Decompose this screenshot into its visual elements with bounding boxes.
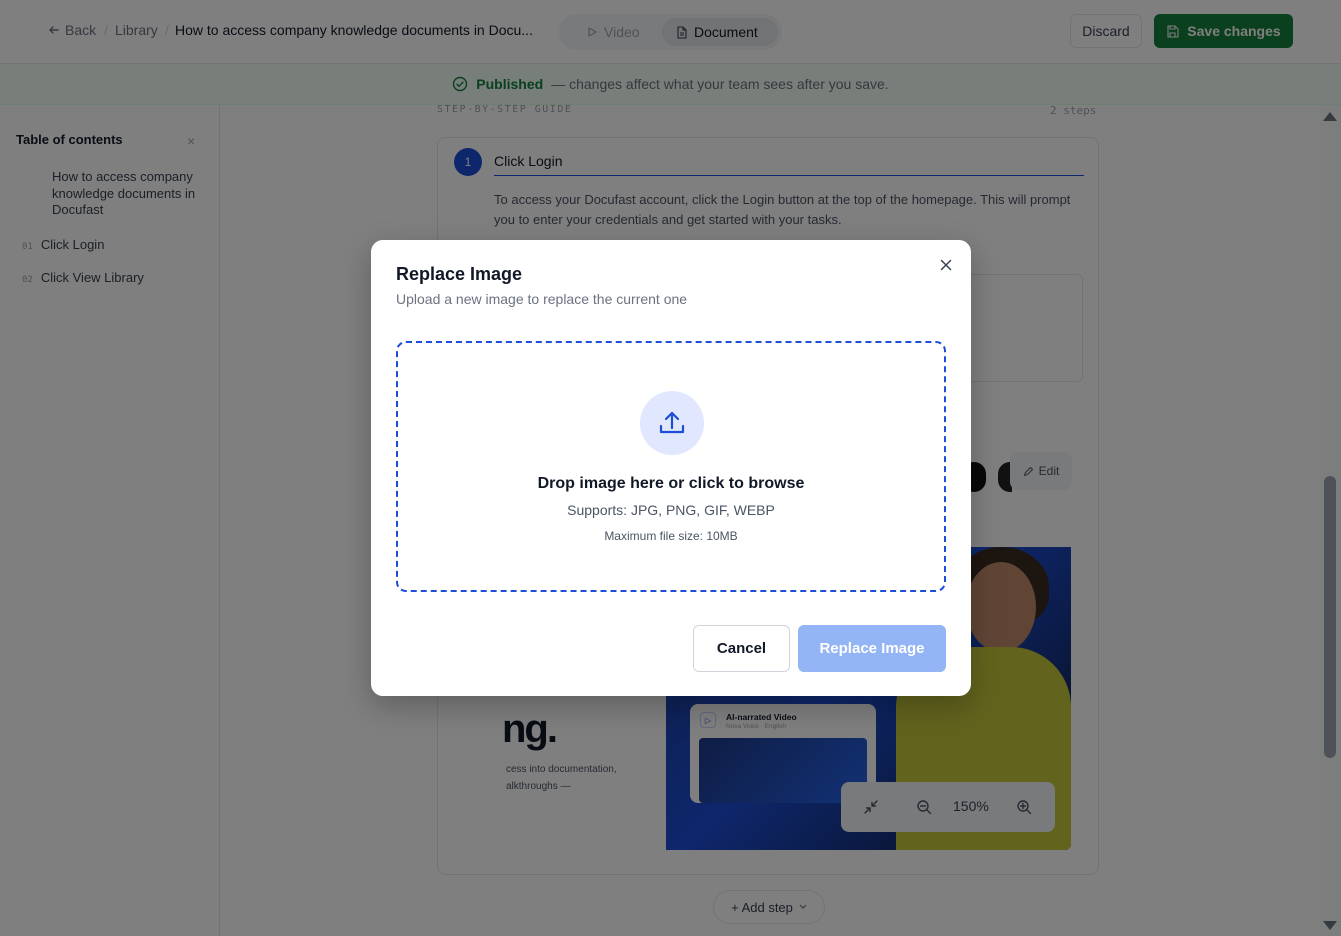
cancel-button[interactable]: Cancel — [693, 625, 790, 672]
image-dropzone[interactable]: Drop image here or click to browse Suppo… — [396, 341, 946, 592]
dialog-title: Replace Image — [396, 264, 523, 284]
dialog-subtitle: Upload a new image to replace the curren… — [396, 291, 688, 307]
dropzone-max-size: Maximum file size: 10MB — [604, 529, 738, 543]
dropzone-supported-types: Supports: JPG, PNG, GIF, WEBP — [567, 502, 775, 518]
upload-icon — [640, 391, 704, 455]
replace-image-button[interactable]: Replace Image — [798, 625, 946, 672]
close-icon[interactable] — [937, 256, 955, 274]
replace-image-dialog: Replace Image Upload a new image to repl… — [371, 240, 971, 696]
dropzone-instruction: Drop image here or click to browse — [537, 475, 805, 492]
